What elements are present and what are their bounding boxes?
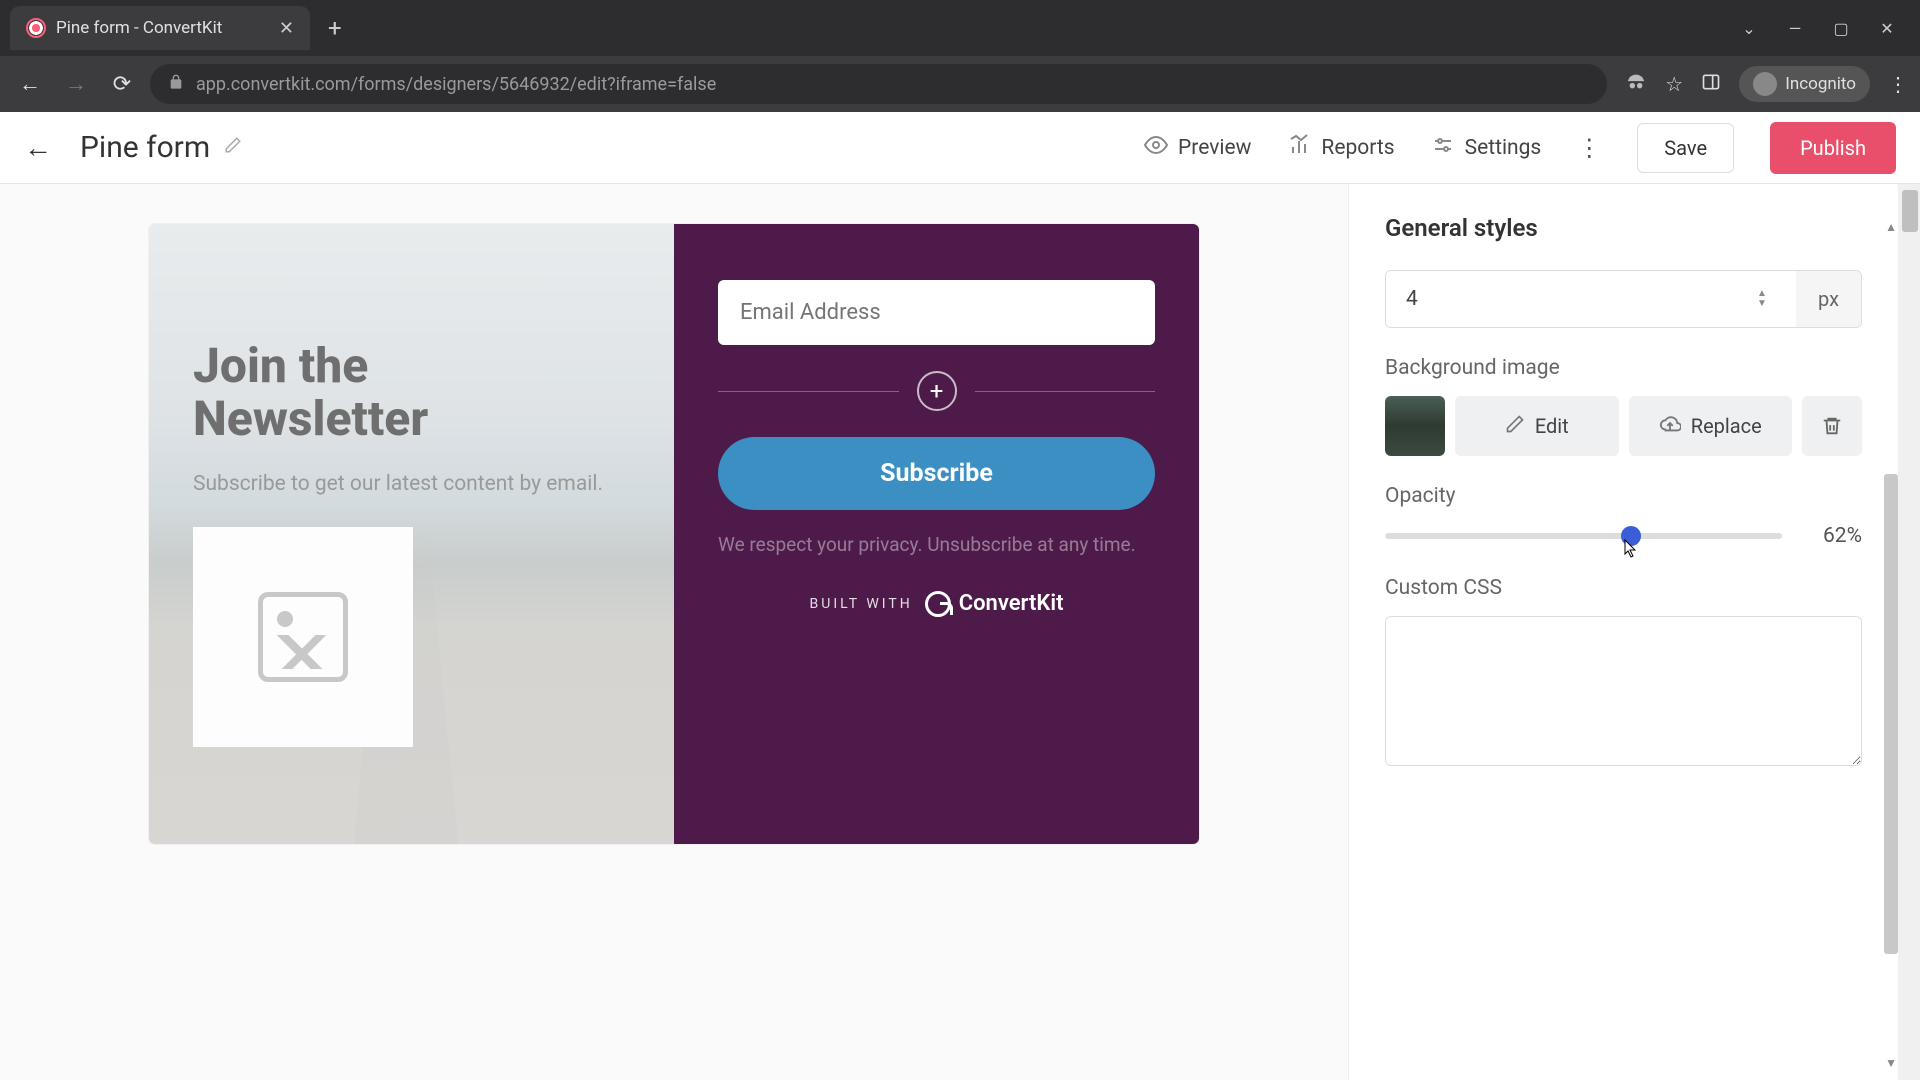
reports-label: Reports xyxy=(1321,136,1394,160)
panel-scrollbar-thumb[interactable] xyxy=(1884,474,1898,954)
side-panel-icon[interactable] xyxy=(1701,72,1721,97)
opacity-slider[interactable] xyxy=(1385,533,1782,539)
unit-label: px xyxy=(1796,271,1861,327)
window-close-icon[interactable]: ✕ xyxy=(1878,19,1896,38)
preview-label: Preview xyxy=(1178,136,1251,160)
delete-image-button[interactable] xyxy=(1802,396,1862,456)
new-tab-button[interactable]: + xyxy=(310,14,360,42)
tab-search-icon[interactable]: ⌄ xyxy=(1740,19,1758,38)
browser-tab[interactable]: Pine form - ConvertKit ✕ xyxy=(10,6,310,50)
bg-image-controls: Edit Replace xyxy=(1385,396,1862,456)
settings-link[interactable]: Settings xyxy=(1431,133,1542,163)
incognito-indicator-icon[interactable] xyxy=(1625,71,1647,98)
tab-title: Pine form - ConvertKit xyxy=(56,18,222,38)
bg-image-label: Background image xyxy=(1385,356,1862,380)
browser-reload-button[interactable]: ⟳ xyxy=(104,66,140,102)
border-radius-input[interactable] xyxy=(1386,271,1796,327)
back-arrow-button[interactable]: ← xyxy=(24,131,52,164)
browser-tab-bar: Pine form - ConvertKit ✕ + ⌄ ― ▢ ✕ xyxy=(0,0,1920,56)
app-header: ← Pine form Preview Reports Settings ⋮ S… xyxy=(0,112,1920,184)
opacity-value: 62% xyxy=(1802,524,1862,548)
edit-label: Edit xyxy=(1535,414,1569,438)
browser-menu-icon[interactable]: ⋮ xyxy=(1888,72,1908,96)
main-scrollbar-track[interactable] xyxy=(1898,184,1920,1080)
window-minimize-icon[interactable]: ― xyxy=(1786,19,1804,38)
url-text: app.convertkit.com/forms/designers/56469… xyxy=(196,74,716,95)
form-right-pane[interactable]: + Subscribe We respect your privacy. Uns… xyxy=(674,224,1199,844)
form-preview-card[interactable]: Join the Newsletter Subscribe to get our… xyxy=(149,224,1199,844)
more-menu-button[interactable]: ⋮ xyxy=(1577,134,1601,162)
replace-label: Replace xyxy=(1691,414,1762,438)
panel-scroll-up-icon[interactable]: ▲ xyxy=(1885,220,1897,234)
form-subtext[interactable]: Subscribe to get our latest content by e… xyxy=(193,470,630,499)
edit-image-button[interactable]: Edit xyxy=(1455,396,1619,456)
browser-forward-button[interactable]: → xyxy=(58,66,94,102)
reports-icon xyxy=(1287,133,1311,163)
reports-link[interactable]: Reports xyxy=(1287,133,1394,163)
privacy-text[interactable]: We respect your privacy. Unsubscribe at … xyxy=(718,532,1136,559)
subscribe-button[interactable]: Subscribe xyxy=(718,437,1155,510)
edit-name-icon[interactable] xyxy=(224,136,242,159)
convertkit-brand-text: ConvertKit xyxy=(959,591,1064,616)
panel-title: General styles xyxy=(1385,214,1862,242)
lock-icon xyxy=(168,74,184,95)
custom-css-label: Custom CSS xyxy=(1385,576,1862,600)
add-field-button[interactable]: + xyxy=(917,371,957,411)
save-button[interactable]: Save xyxy=(1637,123,1734,173)
opacity-label: Opacity xyxy=(1385,484,1862,508)
replace-image-button[interactable]: Replace xyxy=(1629,396,1793,456)
page-title: Pine form xyxy=(80,130,242,165)
cursor-icon xyxy=(1623,538,1639,554)
cloud-upload-icon xyxy=(1659,413,1681,440)
publish-button[interactable]: Publish xyxy=(1770,122,1896,174)
convertkit-logo-icon xyxy=(925,591,951,617)
incognito-avatar-icon xyxy=(1753,72,1777,96)
main-scrollbar-thumb[interactable] xyxy=(1902,190,1918,232)
custom-css-textarea[interactable] xyxy=(1385,616,1862,766)
form-heading[interactable]: Join the Newsletter xyxy=(193,340,630,446)
divider-line-right xyxy=(975,391,1156,392)
image-placeholder[interactable] xyxy=(193,527,413,747)
bg-thumbnail[interactable] xyxy=(1385,396,1445,456)
built-with-badge[interactable]: BUILT WITH ConvertKit xyxy=(810,591,1064,617)
heading-line2: Newsletter xyxy=(193,390,428,447)
panel-scroll-down-icon[interactable]: ▼ xyxy=(1885,1056,1897,1070)
tab-close-icon[interactable]: ✕ xyxy=(279,18,294,39)
divider-line-left xyxy=(718,391,899,392)
canvas-area: Join the Newsletter Subscribe to get our… xyxy=(0,184,1348,1080)
stepper-down-icon[interactable]: ▼ xyxy=(1757,299,1781,309)
image-placeholder-icon xyxy=(258,592,348,682)
bookmark-star-icon[interactable]: ☆ xyxy=(1665,72,1683,96)
number-field-row: ▲ ▼ px xyxy=(1385,270,1862,328)
email-input[interactable] xyxy=(718,280,1155,345)
form-left-pane[interactable]: Join the Newsletter Subscribe to get our… xyxy=(149,224,674,844)
styles-panel: ▲ General styles ▲ ▼ px Background image… xyxy=(1348,184,1898,1080)
pencil-icon xyxy=(1505,414,1525,439)
settings-icon xyxy=(1431,133,1455,163)
browser-toolbar: ← → ⟳ app.convertkit.com/forms/designers… xyxy=(0,56,1920,112)
settings-label: Settings xyxy=(1465,136,1542,160)
address-bar[interactable]: app.convertkit.com/forms/designers/56469… xyxy=(150,64,1607,104)
tab-favicon-icon xyxy=(26,18,46,38)
add-field-divider: + xyxy=(718,371,1155,411)
browser-back-button[interactable]: ← xyxy=(12,66,48,102)
opacity-slider-row: 62% xyxy=(1385,524,1862,548)
window-maximize-icon[interactable]: ▢ xyxy=(1832,19,1850,38)
heading-line1: Join the xyxy=(193,337,368,394)
trash-icon xyxy=(1821,415,1843,437)
incognito-label: Incognito xyxy=(1785,74,1856,94)
built-with-label: BUILT WITH xyxy=(810,596,913,612)
incognito-badge[interactable]: Incognito xyxy=(1739,66,1870,102)
preview-link[interactable]: Preview xyxy=(1144,133,1251,163)
form-name-text: Pine form xyxy=(80,130,210,165)
eye-icon xyxy=(1144,133,1168,163)
